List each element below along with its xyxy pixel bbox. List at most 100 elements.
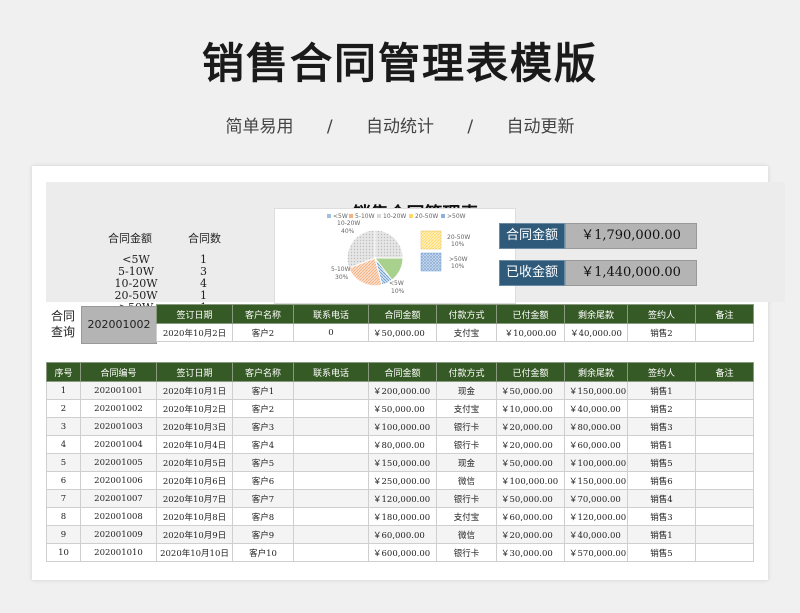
header-cell: 序号: [46, 362, 81, 382]
table-cell: ￥50,000.00: [496, 489, 565, 508]
table-cell: [695, 453, 754, 472]
table-cell: [293, 507, 369, 526]
table-cell: ￥100,000.00: [564, 453, 628, 472]
table-cell: ￥60,000.00: [564, 435, 628, 454]
table-cell: [695, 543, 754, 562]
table-cell: [293, 399, 369, 418]
table-cell: ￥50,000.00: [496, 381, 565, 400]
table-cell: 2020年10月4日: [156, 435, 233, 454]
legend-swatch: [327, 214, 331, 218]
table-row: 3 202001003 2020年10月3日 客户3 ￥100,000.00 银行卡 ￥20…: [46, 417, 754, 436]
header-cell: 联系电话: [293, 362, 369, 382]
table-cell: [293, 489, 369, 508]
table-cell: ￥30,000.00: [496, 543, 565, 562]
table-cell: ￥50,000.00: [496, 453, 565, 472]
table-cell: [293, 435, 369, 454]
table-cell: [293, 525, 369, 544]
contract-table: 序号 合同编号 签订日期 客户名称 联系电话 合同金额 付款方式 已付金额 剩余…: [46, 362, 754, 562]
tag-auto-stat: 自动统计: [366, 117, 434, 137]
query-result-row: 2020年10月2日 客户2 0 ￥50,000.00 支付宝 ￥10,000.…: [156, 323, 754, 342]
table-cell: ￥40,000.00: [564, 399, 628, 418]
kpi-received-label: 已收金额: [499, 260, 565, 286]
table-cell: ￥80,000.00: [564, 417, 628, 436]
cell: 支付宝: [436, 323, 497, 342]
summary-header-count: 合同数: [188, 232, 221, 245]
table-cell: 202001005: [80, 453, 157, 472]
cell: 客户2: [232, 323, 294, 342]
table-cell: 银行卡: [436, 489, 497, 508]
table-cell: 销售5: [627, 453, 696, 472]
table-cell: 支付宝: [436, 507, 497, 526]
table-cell: 2020年10月6日: [156, 471, 233, 490]
contract-query-input[interactable]: 202001002: [81, 306, 157, 344]
table-cell: 现金: [436, 381, 497, 400]
table-cell: [695, 471, 754, 490]
legend-swatch: [409, 214, 413, 218]
legend-item: >50W: [447, 213, 466, 220]
table-cell: ￥100,000.00: [368, 417, 437, 436]
pie-label-gt50w-pct: 10%: [451, 263, 465, 270]
pie-label-10-20w-pct: 40%: [341, 228, 355, 235]
table-cell: 客户9: [232, 525, 294, 544]
table-cell: ￥600,000.00: [368, 543, 437, 562]
table-cell: 2020年10月7日: [156, 489, 233, 508]
table-cell: 客户3: [232, 417, 294, 436]
table-cell: 销售1: [627, 381, 696, 400]
table-cell: 支付宝: [436, 399, 497, 418]
table-cell: 客户5: [232, 453, 294, 472]
table-cell: 2: [46, 399, 81, 418]
table-cell: 2020年10月9日: [156, 525, 233, 544]
table-cell: ￥180,000.00: [368, 507, 437, 526]
pie-label-10-20w: 10-20W: [337, 220, 360, 227]
table-cell: 2020年10月5日: [156, 453, 233, 472]
table-row: 4 202001004 2020年10月4日 客户4 ￥80,000.00 银行卡 ￥20,…: [46, 435, 754, 454]
header-cell: 剩余尾款: [564, 362, 628, 382]
table-cell: 202001004: [80, 435, 157, 454]
tag-easy: 简单易用: [225, 117, 294, 137]
table-cell: 2020年10月10日: [156, 543, 233, 562]
table-cell: [293, 417, 369, 436]
header-cell: 备注: [695, 304, 754, 324]
tag-separator: /: [326, 117, 333, 137]
table-cell: [293, 453, 369, 472]
header-cell: 付款方式: [436, 304, 497, 324]
table-row: 6 202001006 2020年10月6日 客户6 ￥250,000.00 微信 ￥100…: [46, 471, 754, 490]
table-cell: [695, 381, 754, 400]
pie-chart: <5W 5-10W 10-20W 20-50W >50W 10-20W 40% …: [274, 208, 516, 304]
table-cell: 202001002: [80, 399, 157, 418]
legend-swatch: [441, 214, 445, 218]
header-cell: 签约人: [627, 304, 696, 324]
table-row: 1 202001001 2020年10月1日 客户1 ￥200,000.00 现金 ￥50,…: [46, 381, 754, 400]
table-cell: 客户10: [232, 543, 294, 562]
tag-separator: /: [467, 117, 474, 137]
table-row: 9 202001009 2020年10月9日 客户9 ￥60,000.00 微信 ￥20,0…: [46, 525, 754, 544]
legend-item: 10-20W: [383, 213, 406, 220]
table-cell: [695, 507, 754, 526]
table-cell: 销售4: [627, 489, 696, 508]
table-cell: 销售1: [627, 435, 696, 454]
pie-slice-20-50w: [420, 230, 442, 250]
header-cell: 已付金额: [496, 304, 565, 324]
table-cell: 202001003: [80, 417, 157, 436]
table-cell: 销售1: [627, 525, 696, 544]
table-cell: 现金: [436, 453, 497, 472]
table-cell: 202001001: [80, 381, 157, 400]
table-cell: [695, 489, 754, 508]
pie-slice-10-20w: [374, 229, 404, 259]
table-cell: 10: [46, 543, 81, 562]
table-cell: [695, 525, 754, 544]
table-row: 7 202001007 2020年10月7日 客户7 ￥120,000.00 银行卡 ￥50…: [46, 489, 754, 508]
table-cell: 客户8: [232, 507, 294, 526]
table-header-row: 序号 合同编号 签订日期 客户名称 联系电话 合同金额 付款方式 已付金额 剩余…: [46, 362, 754, 382]
table-row: 10 202001010 2020年10月10日 客户10 ￥600,000.00 银行卡…: [46, 543, 754, 562]
cell: ￥50,000.00: [368, 323, 437, 342]
table-cell: ￥60,000.00: [496, 507, 565, 526]
table-cell: 2020年10月8日: [156, 507, 233, 526]
header-cell: 已付金额: [496, 362, 565, 382]
table-cell: 202001007: [80, 489, 157, 508]
table-cell: 1: [46, 381, 81, 400]
table-cell: ￥40,000.00: [564, 525, 628, 544]
header-cell: 客户名称: [232, 304, 294, 324]
pie-label-20-50w: 20-50W: [447, 234, 470, 241]
table-cell: 8: [46, 507, 81, 526]
